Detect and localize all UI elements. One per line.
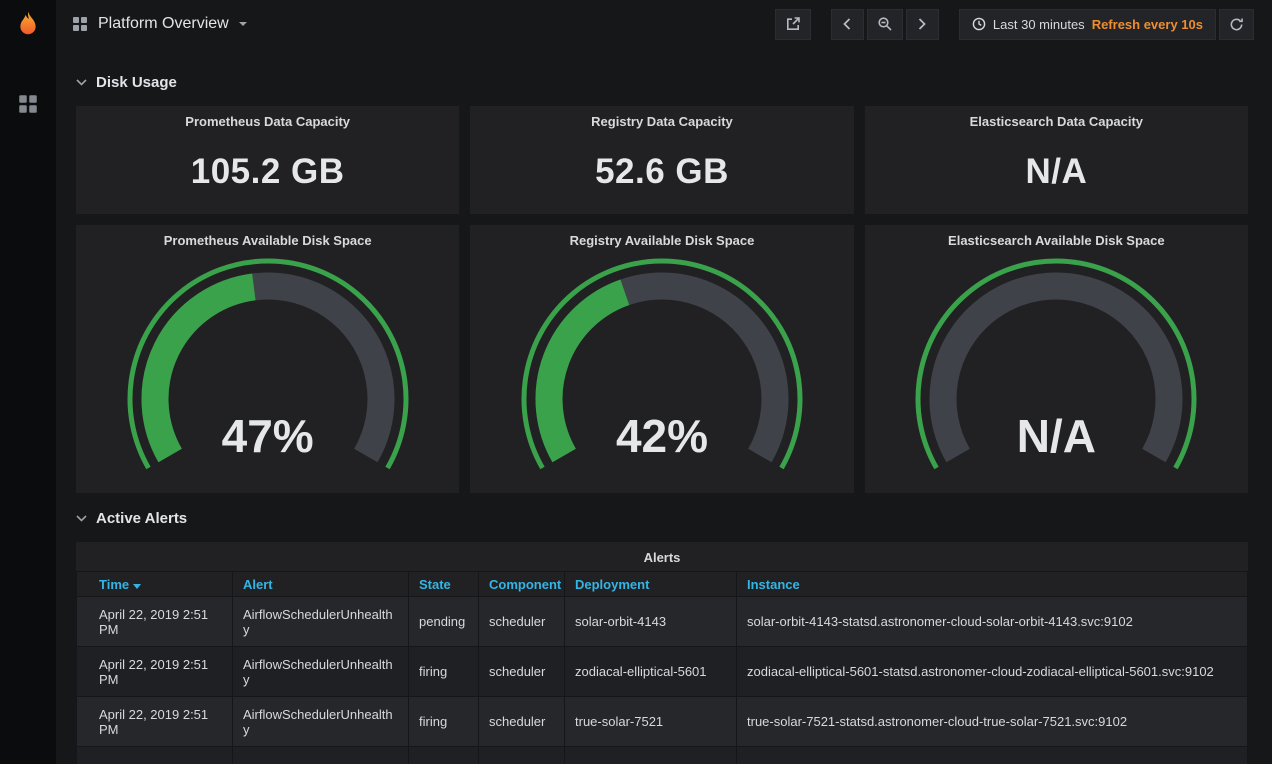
stat-panel-elasticsearch-capacity: Elasticsearch Data Capacity N/A bbox=[865, 106, 1248, 214]
cell-deployment: solar-orbit-4143 bbox=[565, 597, 737, 647]
sidebar bbox=[0, 0, 56, 764]
column-header-instance[interactable]: Instance bbox=[737, 572, 1248, 597]
cell-deployment: true-solar-7521 bbox=[565, 697, 737, 747]
panel-title: Prometheus Data Capacity bbox=[76, 106, 459, 129]
magnifier-minus-icon bbox=[877, 16, 893, 32]
column-header-time[interactable]: Time bbox=[77, 572, 233, 597]
navbar-controls: Last 30 minutes Refresh every 10s bbox=[775, 9, 1254, 40]
column-header-deployment[interactable]: Deployment bbox=[565, 572, 737, 597]
refresh-interval-label: Refresh every 10s bbox=[1092, 17, 1203, 32]
cell-state: firing bbox=[409, 697, 479, 747]
stat-panel-prometheus-capacity: Prometheus Data Capacity 105.2 GB bbox=[76, 106, 459, 214]
chevron-down-icon bbox=[76, 79, 87, 86]
cell-component: scheduler bbox=[479, 697, 565, 747]
cell-instance: true-solar-7521-statsd.astronomer-cloud-… bbox=[737, 697, 1248, 747]
alerts-table-panel: Alerts Time Alert State Component Deploy… bbox=[76, 542, 1248, 764]
alerts-table: Time Alert State Component Deployment In… bbox=[76, 571, 1248, 764]
row-title: Active Alerts bbox=[96, 510, 187, 527]
cell-time: April 22, 2019 2:51 PM bbox=[77, 597, 233, 647]
panel-title: Alerts bbox=[76, 542, 1248, 565]
time-picker-button[interactable]: Last 30 minutes Refresh every 10s bbox=[959, 9, 1216, 40]
grafana-logo[interactable] bbox=[0, 0, 56, 52]
dashboard-title[interactable]: Platform Overview bbox=[98, 15, 229, 33]
cell-time: April 22, 2019 2:51 PM bbox=[77, 697, 233, 747]
table-row: April 22, 2019 2:51 PM AirflowSchedulerU… bbox=[77, 697, 1248, 747]
column-header-component[interactable]: Component bbox=[479, 572, 565, 597]
cell-state: pending bbox=[409, 597, 479, 647]
chevron-left-icon bbox=[843, 18, 851, 30]
refresh-icon bbox=[1229, 17, 1244, 32]
panel-title: Elasticsearch Available Disk Space bbox=[865, 225, 1248, 248]
cell-instance: zodiacal-elliptical-5601-statsd.astronom… bbox=[737, 647, 1248, 697]
cell-component: scheduler bbox=[479, 597, 565, 647]
grafana-flame-icon bbox=[13, 10, 43, 42]
cell-state: firing bbox=[409, 647, 479, 697]
dashboard-content: Disk Usage Prometheus Data Capacity 105.… bbox=[56, 48, 1272, 764]
panel-title: Elasticsearch Data Capacity bbox=[865, 106, 1248, 129]
gauge-value: 42% bbox=[470, 409, 853, 463]
cell-component: scheduler bbox=[479, 647, 565, 697]
dashboards-grid-icon bbox=[18, 94, 38, 114]
cell-deployment: zodiacal-elliptical-5601 bbox=[565, 647, 737, 697]
cell-instance: solar-orbit-4143-statsd.astronomer-cloud… bbox=[737, 597, 1248, 647]
cell-time: April 22, 2019 2:51 PM bbox=[77, 647, 233, 697]
gauge-panels-row: Prometheus Available Disk Space 47% Regi… bbox=[76, 225, 1248, 493]
chevron-right-icon bbox=[918, 18, 926, 30]
title-caret-down-icon bbox=[239, 22, 247, 26]
row-header-disk-usage[interactable]: Disk Usage bbox=[76, 68, 1248, 96]
panel-title: Prometheus Available Disk Space bbox=[76, 225, 459, 248]
gauge-value: N/A bbox=[865, 409, 1248, 463]
cell-alert: AirflowSchedulerUnhealthy bbox=[233, 597, 409, 647]
cell-alert: AirflowSchedulerUnhealthy bbox=[233, 697, 409, 747]
row-header-active-alerts[interactable]: Active Alerts bbox=[76, 504, 1248, 532]
time-range-label: Last 30 minutes bbox=[993, 17, 1085, 32]
table-row: April 22, 2019 2:51 PM AirflowSchedulerU… bbox=[77, 597, 1248, 647]
stat-panels-row: Prometheus Data Capacity 105.2 GB Regist… bbox=[76, 106, 1248, 214]
panel-title: Registry Available Disk Space bbox=[470, 225, 853, 248]
gauge-value: 47% bbox=[76, 409, 459, 463]
time-shift-forward-button[interactable] bbox=[906, 9, 939, 40]
row-title: Disk Usage bbox=[96, 74, 177, 91]
gauge-panel-elasticsearch-disk: Elasticsearch Available Disk Space N/A bbox=[865, 225, 1248, 493]
dashboard-grid-icon bbox=[72, 16, 88, 32]
column-header-state[interactable]: State bbox=[409, 572, 479, 597]
panel-title: Registry Data Capacity bbox=[470, 106, 853, 129]
share-button[interactable] bbox=[775, 9, 811, 40]
time-shift-back-button[interactable] bbox=[831, 9, 864, 40]
stat-value: N/A bbox=[865, 129, 1248, 214]
stat-value: 105.2 GB bbox=[76, 129, 459, 214]
column-header-alert[interactable]: Alert bbox=[233, 572, 409, 597]
gauge-panel-registry-disk: Registry Available Disk Space 42% bbox=[470, 225, 853, 493]
dashboard-title-area[interactable]: Platform Overview bbox=[72, 15, 247, 33]
stat-panel-registry-capacity: Registry Data Capacity 52.6 GB bbox=[470, 106, 853, 214]
sidebar-item-dashboards[interactable] bbox=[0, 84, 56, 124]
gauge-panel-prometheus-disk: Prometheus Available Disk Space 47% bbox=[76, 225, 459, 493]
clock-icon bbox=[972, 17, 986, 31]
table-row-partial bbox=[77, 747, 1248, 764]
navbar: Platform Overview bbox=[56, 0, 1272, 48]
share-icon bbox=[785, 16, 801, 32]
chevron-down-icon bbox=[76, 515, 87, 522]
stat-value: 52.6 GB bbox=[470, 129, 853, 214]
time-shift-group bbox=[831, 9, 939, 40]
table-row: April 22, 2019 2:51 PM AirflowSchedulerU… bbox=[77, 647, 1248, 697]
table-header-row: Time Alert State Component Deployment In… bbox=[77, 572, 1248, 597]
sort-caret-down-icon bbox=[133, 584, 141, 589]
time-picker-group: Last 30 minutes Refresh every 10s bbox=[959, 9, 1254, 40]
zoom-out-button[interactable] bbox=[867, 9, 903, 40]
refresh-button[interactable] bbox=[1219, 9, 1254, 40]
cell-alert: AirflowSchedulerUnhealthy bbox=[233, 647, 409, 697]
